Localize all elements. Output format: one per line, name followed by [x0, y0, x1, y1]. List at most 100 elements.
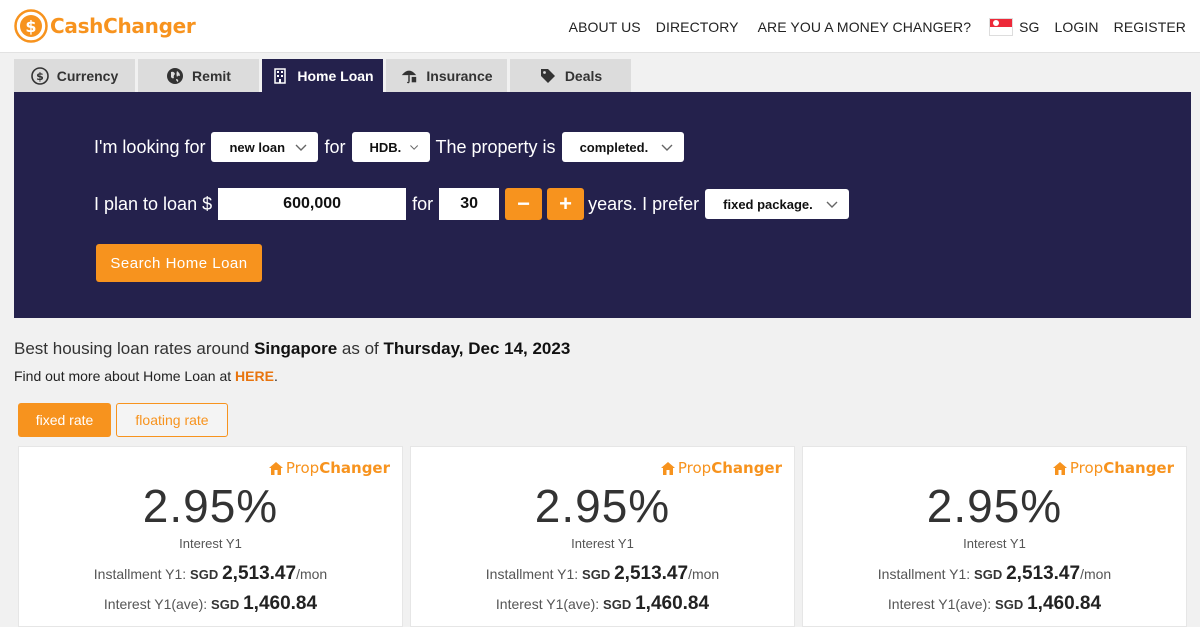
loan-criteria-row-2: I plan to loan $ for − + years. I prefer…: [94, 188, 855, 220]
rate-card[interactable]: Prop Changer 2.95% Interest Y1 Installmen…: [410, 446, 795, 627]
tab-label: Remit: [192, 67, 231, 84]
average-interest-amount: 1,460.84: [1027, 593, 1102, 614]
nav-money-changer[interactable]: ARE YOU A MONEY CHANGER?: [758, 19, 972, 35]
singapore-flag-icon[interactable]: [989, 17, 1014, 36]
loan-type-select[interactable]: new loan: [211, 132, 319, 162]
interest-rate-label: Interest Y1: [571, 536, 634, 551]
currency: SGD: [974, 567, 1003, 582]
brand-prop: Prop: [285, 459, 320, 477]
here-link[interactable]: HERE: [235, 368, 274, 384]
cashchanger-logo-icon: $: [14, 9, 48, 43]
brand-prop: Prop: [1069, 459, 1104, 477]
currency: SGD: [995, 597, 1024, 612]
years-prefer-label: years. I prefer: [588, 193, 700, 214]
installment-label: Installment Y1:: [485, 566, 579, 582]
tab-label: Deals: [564, 67, 603, 84]
property-type-select[interactable]: HDB.: [351, 132, 430, 162]
floating-rate-toggle[interactable]: floating rate: [116, 403, 228, 437]
chevron-down-icon: [826, 201, 838, 208]
interest-rate: 2.95%: [926, 480, 1063, 532]
house-icon: [268, 461, 283, 475]
house-icon: [660, 461, 675, 475]
logo[interactable]: $ CashChanger: [14, 9, 196, 43]
home-loan-search-panel: I'm looking for new loan for HDB. The pr…: [14, 92, 1191, 318]
headline-as-of: as of: [341, 339, 379, 358]
more-info-period: .: [273, 368, 278, 384]
umbrella-icon: [400, 67, 418, 85]
property-type-value: HDB.: [369, 139, 402, 155]
fixed-rate-toggle[interactable]: fixed rate: [18, 403, 111, 437]
chevron-down-icon: [410, 145, 419, 150]
per-month: /mon: [688, 566, 720, 582]
tab-deals[interactable]: Deals: [510, 59, 631, 92]
for-label: for: [412, 193, 434, 214]
more-info-line: Find out more about Home Loan at HERE.: [14, 368, 278, 384]
average-interest-amount: 1,460.84: [635, 593, 710, 614]
dollar-circle-icon: $: [30, 66, 49, 85]
package-value: fixed package.: [723, 196, 813, 212]
package-select[interactable]: fixed package.: [705, 189, 850, 219]
brand-prop: Prop: [677, 459, 712, 477]
average-interest-line: Interest Y1(ave): SGD 1,460.84: [411, 593, 794, 615]
nav-country[interactable]: SG: [1019, 19, 1039, 35]
globe-icon: [166, 67, 184, 85]
tab-label: Insurance: [426, 67, 493, 84]
tab-currency[interactable]: $ Currency: [14, 59, 135, 92]
nav-directory[interactable]: DIRECTORY: [656, 19, 739, 35]
tab-label: Currency: [56, 67, 119, 84]
headline-prefix: Best housing loan rates around: [14, 339, 250, 358]
service-tabs: $ Currency Remit Home Loan Insurance Dea…: [14, 59, 634, 93]
propchanger-logo: Prop Changer: [1052, 459, 1174, 477]
nav-login[interactable]: LOGIN: [1055, 19, 1099, 35]
average-interest-label: Interest Y1(ave):: [887, 596, 992, 612]
installment-label: Installment Y1:: [93, 566, 187, 582]
top-nav: ABOUT US DIRECTORY ARE YOU A MONEY CHANG…: [569, 0, 1186, 53]
tag-icon: [539, 67, 557, 85]
nav-register[interactable]: REGISTER: [1114, 19, 1186, 35]
looking-for-label: I'm looking for: [94, 136, 206, 157]
decrease-years-button[interactable]: −: [505, 188, 543, 220]
currency: SGD: [582, 567, 611, 582]
svg-text:$: $: [25, 17, 36, 36]
interest-rate-label: Interest Y1: [179, 536, 242, 551]
currency: SGD: [190, 567, 219, 582]
rates-headline: Best housing loan rates around Singapore…: [14, 339, 570, 359]
headline-location: Singapore: [254, 339, 338, 358]
loan-years-input[interactable]: [439, 188, 500, 220]
loan-type-value: new loan: [229, 139, 286, 155]
headline-date: Thursday, Dec 14, 2023: [383, 339, 571, 358]
brand-changer: Changer: [1103, 459, 1174, 477]
per-month: /mon: [1080, 566, 1112, 582]
average-interest-line: Interest Y1(ave): SGD 1,460.84: [19, 593, 402, 615]
nav-about-us[interactable]: ABOUT US: [569, 19, 641, 35]
installment-label: Installment Y1:: [877, 566, 971, 582]
logo-text: CashChanger: [50, 14, 196, 38]
property-status-select[interactable]: completed.: [561, 132, 684, 162]
tab-insurance[interactable]: Insurance: [386, 59, 507, 92]
currency: SGD: [603, 597, 632, 612]
installment-amount: 2,513.47: [222, 563, 297, 584]
loan-amount-input[interactable]: [218, 188, 407, 220]
chevron-down-icon: [295, 144, 307, 151]
average-interest-line: Interest Y1(ave): SGD 1,460.84: [803, 593, 1186, 615]
average-interest-amount: 1,460.84: [243, 593, 318, 614]
tab-label: Home Loan: [297, 68, 374, 84]
brand-changer: Changer: [319, 459, 390, 477]
property-is-label: The property is: [435, 136, 556, 157]
chevron-down-icon: [661, 144, 673, 151]
per-month: /mon: [296, 566, 328, 582]
rate-card[interactable]: Prop Changer 2.95% Interest Y1 Installmen…: [802, 446, 1187, 627]
building-icon: [271, 67, 289, 85]
increase-years-button[interactable]: +: [547, 188, 585, 220]
rate-card[interactable]: Prop Changer 2.95% Interest Y1 Installmen…: [18, 446, 403, 627]
tab-home-loan[interactable]: Home Loan: [262, 59, 383, 93]
propchanger-logo: Prop Changer: [268, 459, 390, 477]
average-interest-label: Interest Y1(ave):: [495, 596, 600, 612]
search-home-loan-button[interactable]: Search Home Loan: [96, 244, 262, 282]
loan-criteria-row-1: I'm looking for new loan for HDB. The pr…: [94, 132, 690, 162]
plan-to-loan-label: I plan to loan $: [94, 193, 213, 214]
tab-remit[interactable]: Remit: [138, 59, 259, 92]
interest-rate-label: Interest Y1: [963, 536, 1026, 551]
svg-text:$: $: [36, 70, 44, 83]
interest-rate: 2.95%: [534, 480, 671, 532]
